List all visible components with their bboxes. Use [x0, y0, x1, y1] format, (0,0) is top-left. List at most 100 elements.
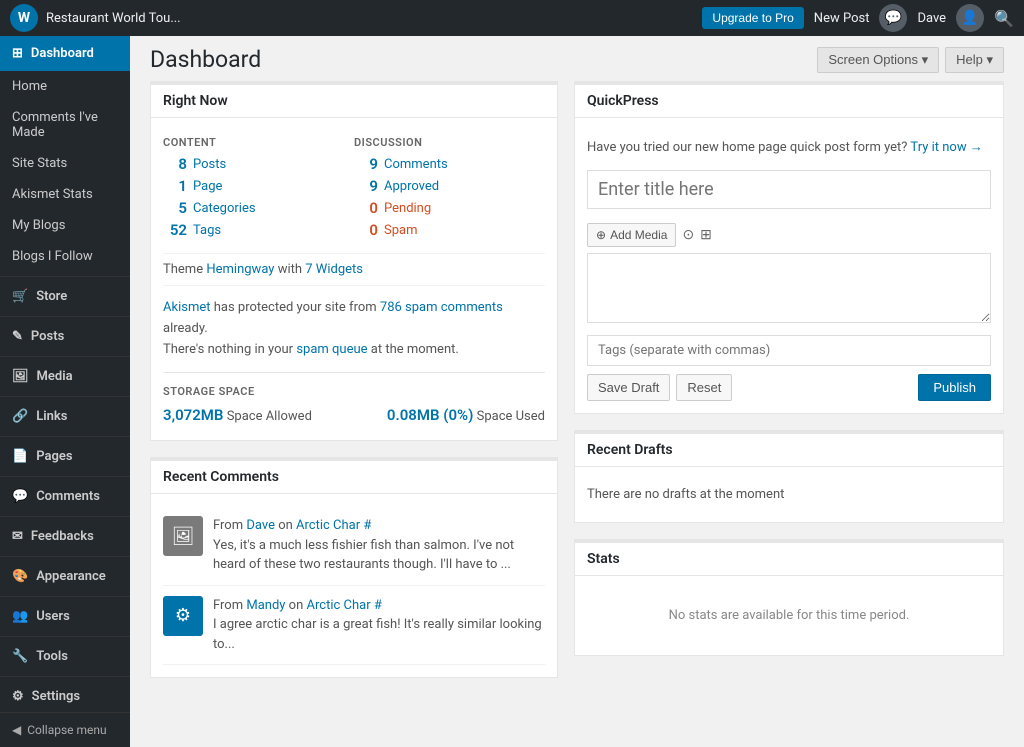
- storage-used-num: 0.08MB (0%): [387, 406, 473, 424]
- sidebar-item-posts[interactable]: ✎ Posts: [0, 321, 130, 352]
- spam-link[interactable]: Spam: [384, 223, 418, 238]
- page-link[interactable]: Page: [193, 179, 222, 194]
- settings-icon: ⚙: [12, 689, 24, 704]
- sidebar-item-tools[interactable]: 🔧 Tools: [0, 641, 130, 672]
- recent-comments-header: Recent Comments: [151, 461, 557, 494]
- dashboard-grid: Right Now CONTENT 8 Posts 1: [130, 81, 1024, 714]
- posts-link[interactable]: Posts: [193, 157, 226, 172]
- dashboard-label: Dashboard: [31, 46, 94, 61]
- promo-link[interactable]: Try it now →: [910, 140, 982, 155]
- right-now-body: CONTENT 8 Posts 1 Page 5: [151, 118, 557, 440]
- help-button[interactable]: Help ▾: [945, 47, 1004, 73]
- sidebar-group-pages: 📄 Pages: [0, 436, 130, 472]
- pages-icon: 📄: [12, 449, 28, 464]
- save-draft-button[interactable]: Save Draft: [587, 374, 670, 401]
- pages-label: Pages: [36, 449, 72, 464]
- comment-post-1[interactable]: Arctic Char #: [296, 518, 371, 533]
- settings-label: Settings: [32, 689, 80, 704]
- recent-drafts-header: Recent Drafts: [575, 434, 1003, 467]
- spam-count-row: 0 Spam: [354, 219, 545, 241]
- approved-count: 9: [354, 177, 378, 195]
- approved-link[interactable]: Approved: [384, 179, 439, 194]
- user-avatar[interactable]: 👤: [956, 4, 984, 32]
- posts-count-row: 8 Posts: [163, 153, 354, 175]
- stats-widget: Stats No stats are available for this ti…: [574, 539, 1004, 656]
- sidebar-item-site-stats[interactable]: Site Stats: [0, 148, 130, 179]
- sidebar-item-feedbacks[interactable]: ✉ Feedbacks: [0, 521, 130, 552]
- appearance-label: Appearance: [36, 569, 106, 584]
- grid-icon[interactable]: ⊞: [700, 227, 712, 243]
- sidebar-item-settings[interactable]: ⚙ Settings: [0, 681, 130, 712]
- posts-icon: ✎: [12, 329, 23, 344]
- categories-count: 5: [163, 199, 187, 217]
- user-name[interactable]: Dave: [917, 11, 946, 26]
- sidebar-item-links[interactable]: 🔗 Links: [0, 401, 130, 432]
- discussion-header: DISCUSSION: [354, 130, 545, 153]
- store-icon: 🛒: [12, 289, 28, 304]
- comments-icon: 💬: [12, 489, 28, 504]
- no-drafts-text: There are no drafts at the moment: [587, 479, 991, 510]
- storage-used-text: Space Used: [477, 409, 545, 424]
- search-icon[interactable]: 🔍: [994, 9, 1014, 28]
- media-toggle-icon[interactable]: ⊙: [682, 227, 694, 243]
- quickpress-promo: Have you tried our new home page quick p…: [587, 130, 991, 170]
- comment-author-2[interactable]: Mandy: [246, 598, 285, 613]
- sidebar-group-links: 🔗 Links: [0, 396, 130, 432]
- quickpress-title-input[interactable]: [587, 170, 991, 209]
- comment-author-1[interactable]: Dave: [246, 518, 275, 533]
- sidebar-item-dashboard[interactable]: ⊞ Dashboard: [0, 36, 130, 71]
- comment-content-1: From Dave on Arctic Char # Yes, it's a m…: [213, 516, 545, 575]
- spam-comments-link[interactable]: 786 spam comments: [380, 300, 503, 315]
- akismet-link[interactable]: Akismet: [163, 300, 211, 315]
- sidebar-item-media[interactable]: 🖼 Media: [0, 361, 130, 392]
- store-label: Store: [36, 289, 67, 304]
- sidebar-item-home[interactable]: Home: [0, 71, 130, 102]
- screen-options-button[interactable]: Screen Options ▾: [817, 47, 939, 73]
- sidebar-item-pages[interactable]: 📄 Pages: [0, 441, 130, 472]
- right-now-widget: Right Now CONTENT 8 Posts 1: [150, 81, 558, 441]
- tags-link[interactable]: Tags: [193, 223, 221, 238]
- sidebar-item-comments-ive-made[interactable]: Comments I've Made: [0, 102, 130, 148]
- spam-queue-link[interactable]: spam queue: [296, 342, 367, 357]
- categories-link[interactable]: Categories: [193, 201, 256, 216]
- tags-count-row: 52 Tags: [163, 219, 354, 241]
- quickpress-tags-input[interactable]: [587, 335, 991, 366]
- add-media-label: Add Media: [610, 228, 667, 242]
- theme-name-link[interactable]: Hemingway: [206, 262, 274, 277]
- reset-button[interactable]: Reset: [676, 374, 732, 401]
- storage-used: 0.08MB (0%) Space Used: [387, 406, 545, 424]
- sidebar-item-store[interactable]: 🛒 Store: [0, 281, 130, 312]
- publish-button[interactable]: Publish: [918, 374, 991, 401]
- sidebar-item-akismet-stats[interactable]: Akismet Stats: [0, 179, 130, 210]
- sidebar-item-my-blogs[interactable]: My Blogs: [0, 210, 130, 241]
- new-post-link[interactable]: New Post: [814, 11, 870, 26]
- theme-info: Theme Hemingway with 7 Widgets: [163, 253, 545, 285]
- comments-menu-label: Comments: [36, 489, 100, 504]
- theme-widgets-link[interactable]: 7 Widgets: [305, 262, 363, 277]
- pending-link[interactable]: Pending: [384, 201, 431, 216]
- sidebar-item-blogs-i-follow[interactable]: Blogs I Follow: [0, 241, 130, 272]
- sidebar-item-comments[interactable]: 💬 Comments: [0, 481, 130, 512]
- messages-icon[interactable]: 💬: [879, 4, 907, 32]
- storage-allowed: 3,072MB Space Allowed: [163, 406, 312, 424]
- home-label: Home: [12, 79, 47, 94]
- layout: ⊞ Dashboard Home Comments I've Made Site…: [0, 36, 1024, 747]
- akismet-already: already.: [163, 321, 208, 336]
- site-name: Restaurant World Tou...: [46, 11, 181, 26]
- media-icon: 🖼: [12, 369, 29, 384]
- sidebar-item-appearance[interactable]: 🎨 Appearance: [0, 561, 130, 592]
- no-stats-text: No stats are available for this time per…: [587, 588, 991, 643]
- content-col: CONTENT 8 Posts 1 Page 5: [163, 130, 354, 241]
- collapse-menu[interactable]: ◀ Collapse menu: [0, 712, 130, 747]
- upgrade-button[interactable]: Upgrade to Pro: [702, 7, 803, 29]
- on-text-1: on: [278, 518, 296, 533]
- theme-text: Theme: [163, 262, 203, 277]
- comments-link[interactable]: Comments: [384, 157, 448, 172]
- sidebar-item-users[interactable]: 👥 Users: [0, 601, 130, 632]
- add-media-button[interactable]: ⊕ Add Media: [587, 223, 676, 247]
- sidebar-group-store: 🛒 Store: [0, 276, 130, 312]
- comment-post-2[interactable]: Arctic Char #: [307, 598, 382, 613]
- quickpress-body-textarea[interactable]: [587, 253, 991, 323]
- recent-drafts-widget: Recent Drafts There are no drafts at the…: [574, 430, 1004, 523]
- wp-logo[interactable]: W: [10, 4, 38, 32]
